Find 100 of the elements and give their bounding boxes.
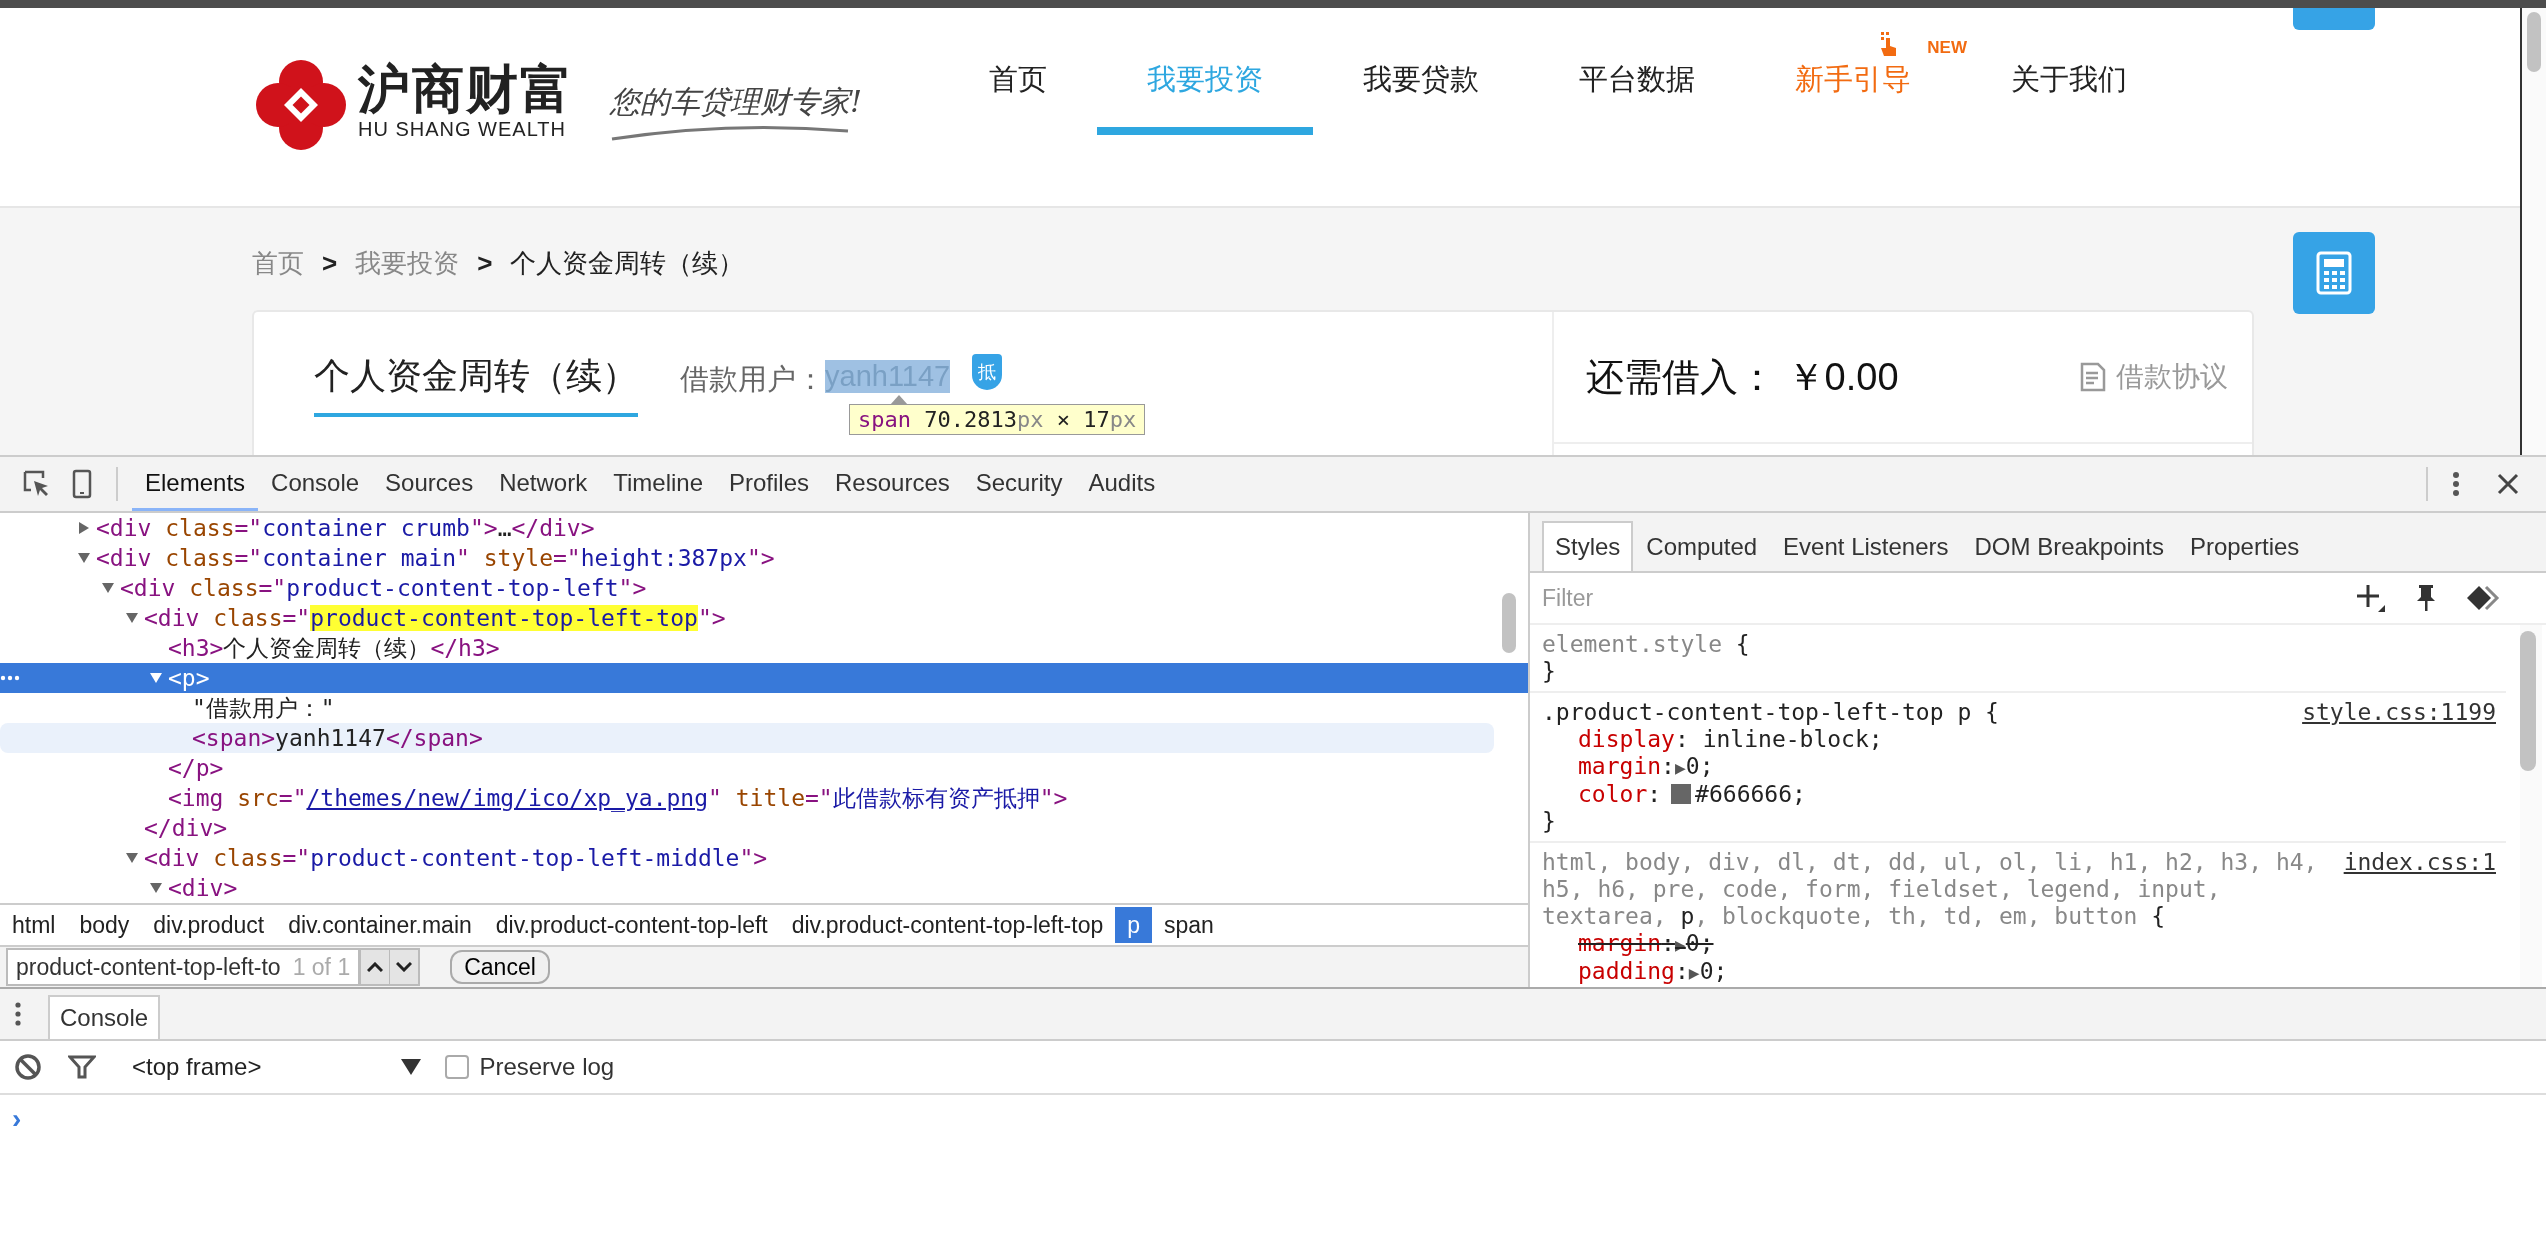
node-breadcrumb[interactable]: span bbox=[1152, 907, 1226, 943]
collapse-triangle-icon[interactable] bbox=[126, 613, 138, 623]
node-breadcrumb[interactable]: div.container.main bbox=[276, 907, 484, 943]
tooltip-pointer-icon bbox=[890, 395, 908, 405]
node-breadcrumb[interactable]: div.product bbox=[141, 907, 277, 943]
nav-link[interactable]: 平台数据 bbox=[1529, 60, 1745, 135]
sidebar-tab[interactable]: Event Listeners bbox=[1770, 521, 1962, 571]
devtools-tab[interactable]: Sources bbox=[372, 457, 487, 511]
cancel-button[interactable]: Cancel bbox=[450, 950, 550, 984]
nav-link[interactable]: 首页 bbox=[939, 60, 1097, 135]
clear-icon[interactable] bbox=[14, 1053, 42, 1081]
hovered-row-highlight[interactable]: <span>yanh1147</span> bbox=[0, 723, 1494, 753]
breadcrumb-current[interactable]: 个人资金周转（续） bbox=[510, 245, 745, 281]
device-icon[interactable] bbox=[72, 469, 92, 499]
logo-subtitle: HU SHANG WEALTH bbox=[358, 118, 567, 141]
css-declaration: display: inline-block; bbox=[1577, 726, 1884, 753]
dom-node-code[interactable]: <img src="/themes/new/img/ico/xp_ya.png" title="此借款标有资产抵押"> bbox=[168, 782, 1068, 814]
dom-node-code[interactable]: <div class="container main" style="height:387px"> bbox=[96, 545, 775, 571]
devtools-tab[interactable]: Profiles bbox=[716, 457, 823, 511]
scrollbar[interactable] bbox=[2520, 8, 2546, 455]
devtools-tab[interactable]: Timeline bbox=[600, 457, 716, 511]
node-breadcrumb[interactable]: p bbox=[1115, 907, 1153, 943]
new-label: NEW bbox=[1927, 38, 1967, 58]
css-declaration: margin:▶0; bbox=[1577, 930, 1715, 958]
closing-brace: } bbox=[1542, 808, 1557, 835]
dom-node-code[interactable]: <div class="container crumb">…</div> bbox=[96, 515, 595, 541]
devtools-tab[interactable]: Network bbox=[486, 457, 601, 511]
closing-brace: } bbox=[1542, 658, 1557, 685]
resource-link[interactable]: /themes/new/img/ico/xp_ya.png bbox=[306, 784, 709, 811]
chevron-up-icon bbox=[367, 962, 384, 972]
hand-pointer-icon bbox=[1879, 32, 1899, 58]
document-icon bbox=[2078, 362, 2108, 392]
remaining-amount: 还需借入： ￥0.00 bbox=[1586, 354, 1899, 400]
dom-node-code[interactable]: <h3>个人资金周转（续）</h3> bbox=[168, 632, 500, 664]
more-dots-icon[interactable] bbox=[0, 675, 20, 681]
preserve-log-checkbox[interactable] bbox=[445, 1055, 470, 1079]
more-icon[interactable] bbox=[14, 1001, 22, 1027]
scrollbar[interactable] bbox=[2520, 625, 2542, 987]
collapse-triangle-icon[interactable] bbox=[78, 553, 90, 563]
node-breadcrumb[interactable]: div.product-content-top-left-top bbox=[779, 907, 1116, 943]
node-breadcrumb[interactable]: html bbox=[0, 907, 68, 943]
collapse-triangle-icon[interactable] bbox=[102, 583, 114, 593]
css-declaration: color: #666666; bbox=[1577, 781, 1807, 808]
source-link[interactable]: style.css:1199 bbox=[2302, 699, 2496, 726]
sidebar-tab[interactable]: Styles bbox=[1542, 521, 1634, 571]
inspect-tooltip: span 70.2813px × 17px bbox=[849, 404, 1146, 435]
dropdown-triangle-icon bbox=[401, 1059, 422, 1075]
console-prompt[interactable]: › bbox=[12, 1103, 22, 1134]
node-breadcrumb[interactable]: body bbox=[67, 907, 142, 943]
selected-row-highlight[interactable]: <p> bbox=[0, 663, 1528, 693]
filter-icon[interactable] bbox=[68, 1053, 96, 1081]
filter-field[interactable]: Filter bbox=[1530, 583, 2328, 613]
calculator-icon bbox=[2316, 251, 2352, 295]
css-selector: html, body, div, dl, dt, dd, ul, ol, li, h1, h2, h3, h4, h5, h6, pre, code, form, fieldset, legend, input, textarea, p, blockquote, th, td, em, button { bbox=[1542, 849, 2319, 930]
dom-node-code[interactable]: </div> bbox=[144, 815, 228, 841]
sidebar-tab[interactable]: Properties bbox=[2176, 521, 2313, 571]
slogan: 您的车贷理财专家! bbox=[610, 83, 863, 121]
source-link[interactable]: index.css:1 bbox=[2343, 849, 2496, 876]
logo-icon bbox=[256, 60, 346, 150]
dom-node-code[interactable]: <div> bbox=[168, 875, 238, 901]
css-selector: .product-content-top-left-top p { bbox=[1542, 699, 2000, 726]
chevron-down-icon bbox=[396, 962, 413, 972]
dom-node-code[interactable]: <span>yanh1147</span> bbox=[192, 725, 483, 751]
devtools-tab[interactable]: Security bbox=[962, 457, 1076, 511]
close-icon[interactable] bbox=[2496, 472, 2520, 496]
context-select[interactable]: <top frame> bbox=[132, 1053, 422, 1081]
color-swatch[interactable] bbox=[1671, 784, 1692, 804]
mortgage-badge: 抵 bbox=[972, 354, 1003, 390]
css-selector: element.style { bbox=[1542, 631, 1751, 658]
devtools-tab[interactable]: Console bbox=[258, 457, 373, 511]
borrower-label: 借款用户： bbox=[680, 362, 825, 397]
drawer-tab[interactable]: Console bbox=[48, 995, 161, 1039]
diamond-icon[interactable] bbox=[2466, 585, 2500, 611]
nav-link[interactable]: 我要贷款 bbox=[1313, 60, 1529, 135]
css-declaration: margin:▶0; bbox=[1577, 753, 1715, 781]
expand-triangle-icon[interactable] bbox=[79, 522, 89, 534]
swoosh-icon bbox=[610, 123, 850, 143]
collapse-triangle-icon[interactable] bbox=[126, 853, 138, 863]
preserve-log-label: Preserve log bbox=[479, 1053, 615, 1081]
devtools-tab[interactable]: Audits bbox=[1075, 457, 1169, 511]
devtools-tab[interactable]: Resources bbox=[822, 457, 963, 511]
breadcrumb-separator: > bbox=[322, 247, 338, 279]
dom-node-code[interactable]: </p> bbox=[168, 755, 224, 781]
sidebar-tab[interactable]: Computed bbox=[1633, 521, 1771, 571]
calculator-button[interactable] bbox=[2293, 232, 2375, 314]
node-breadcrumb[interactable]: div.product-content-top-left bbox=[483, 907, 780, 943]
logo-name: 沪商财富 bbox=[358, 60, 574, 118]
dom-node-code[interactable]: "借款用户：" bbox=[192, 692, 335, 724]
nav-link[interactable]: 关于我们 bbox=[1961, 60, 2177, 135]
devtools-tab[interactable]: Elements bbox=[132, 457, 259, 511]
dom-node-code[interactable]: <div class="product-content-top-left-middle"> bbox=[144, 845, 768, 871]
plus-icon[interactable] bbox=[2356, 583, 2386, 613]
more-icon[interactable] bbox=[2452, 469, 2460, 499]
product-title: 个人资金周转（续） bbox=[314, 352, 638, 417]
dom-node-code[interactable]: <div class="product-content-top-left"> bbox=[120, 575, 647, 601]
collapse-triangle-icon[interactable] bbox=[150, 673, 162, 683]
collapse-triangle-icon[interactable] bbox=[150, 883, 162, 893]
sidebar-tab[interactable]: DOM Breakpoints bbox=[1961, 521, 2177, 571]
search-field[interactable]: product-content-top-left-to 1 of 1 bbox=[6, 948, 359, 986]
dom-node-code[interactable]: <p> bbox=[168, 665, 210, 691]
